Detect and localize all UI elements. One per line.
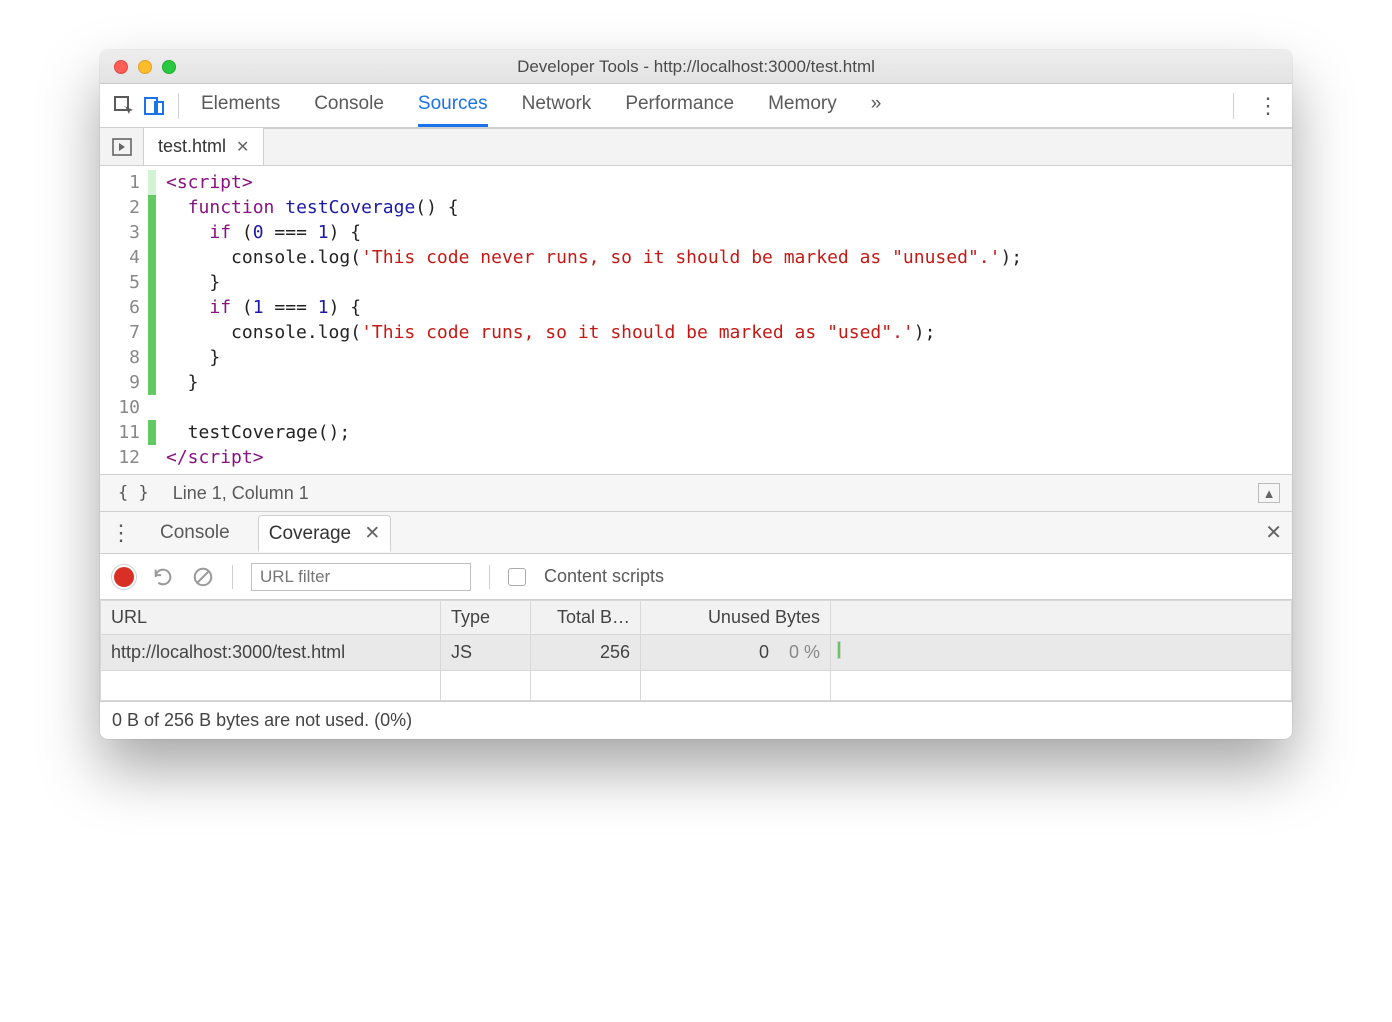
device-toolbar-icon[interactable]: [142, 94, 166, 118]
panel-tabs: Elements Console Sources Network Perform…: [201, 84, 881, 127]
devtools-window: Developer Tools - http://localhost:3000/…: [100, 50, 1292, 739]
content-scripts-label: Content scripts: [544, 566, 664, 587]
line-gutter: 123456789101112: [100, 166, 156, 474]
cursor-position: Line 1, Column 1: [173, 483, 309, 504]
reload-icon[interactable]: [152, 566, 174, 588]
record-button[interactable]: [114, 567, 134, 587]
tab-console[interactable]: Console: [314, 84, 384, 127]
table-row: [101, 671, 1292, 701]
table-header-row: URL Type Total B… Unused Bytes: [101, 601, 1292, 635]
source-editor[interactable]: 123456789101112 <script> function testCo…: [100, 166, 1292, 474]
table-row[interactable]: http://localhost:3000/test.html JS 256 0…: [101, 635, 1292, 671]
col-total-bytes[interactable]: Total B…: [531, 601, 641, 635]
cell-unused: 0 0 %: [641, 635, 831, 671]
cell-usage-bar: [831, 635, 1292, 671]
coverage-summary: 0 B of 256 B bytes are not used. (0%): [100, 701, 1292, 739]
tab-memory[interactable]: Memory: [768, 84, 837, 127]
editor-status-bar: { } Line 1, Column 1 ▲: [100, 474, 1292, 512]
window-title: Developer Tools - http://localhost:3000/…: [100, 57, 1292, 77]
close-icon[interactable]: ✕: [364, 523, 380, 544]
cell-url: http://localhost:3000/test.html: [101, 635, 441, 671]
content-scripts-checkbox[interactable]: [508, 568, 526, 586]
tabs-overflow[interactable]: »: [871, 84, 882, 127]
tab-network[interactable]: Network: [522, 84, 592, 127]
tab-performance[interactable]: Performance: [625, 84, 734, 127]
drawer-tab-coverage[interactable]: Coverage ✕: [258, 515, 392, 552]
col-type[interactable]: Type: [441, 601, 531, 635]
close-drawer-icon[interactable]: ✕: [1265, 520, 1282, 545]
tab-sources[interactable]: Sources: [418, 84, 488, 127]
collapse-drawer-icon[interactable]: ▲: [1258, 483, 1280, 503]
pretty-print-button[interactable]: { }: [112, 481, 155, 505]
drawer-tab-console[interactable]: Console: [150, 516, 240, 550]
titlebar: Developer Tools - http://localhost:3000/…: [100, 50, 1292, 84]
cell-type: JS: [441, 635, 531, 671]
coverage-table: URL Type Total B… Unused Bytes http://lo…: [100, 600, 1292, 701]
col-usage-visualization[interactable]: [831, 601, 1292, 635]
main-toolbar: Elements Console Sources Network Perform…: [100, 84, 1292, 128]
col-unused-bytes[interactable]: Unused Bytes: [641, 601, 831, 635]
file-tab-label: test.html: [158, 136, 226, 157]
source-file-tabs: test.html ✕: [100, 128, 1292, 166]
coverage-toolbar: Content scripts: [100, 554, 1292, 600]
drawer-tabs: ⋮ Console Coverage ✕ ✕: [100, 512, 1292, 554]
tab-elements[interactable]: Elements: [201, 84, 280, 127]
settings-menu-icon[interactable]: ⋮: [1256, 94, 1280, 118]
show-navigator-icon[interactable]: [100, 128, 144, 165]
file-tab-test-html[interactable]: test.html ✕: [144, 127, 264, 165]
close-icon[interactable]: ✕: [236, 137, 249, 157]
inspect-element-icon[interactable]: [112, 94, 136, 118]
code-content[interactable]: <script> function testCoverage() { if (0…: [156, 166, 1022, 474]
clear-icon[interactable]: [192, 566, 214, 588]
drawer-tab-coverage-label: Coverage: [269, 523, 351, 544]
col-url[interactable]: URL: [101, 601, 441, 635]
cell-total: 256: [531, 635, 641, 671]
url-filter-input[interactable]: [251, 563, 471, 591]
